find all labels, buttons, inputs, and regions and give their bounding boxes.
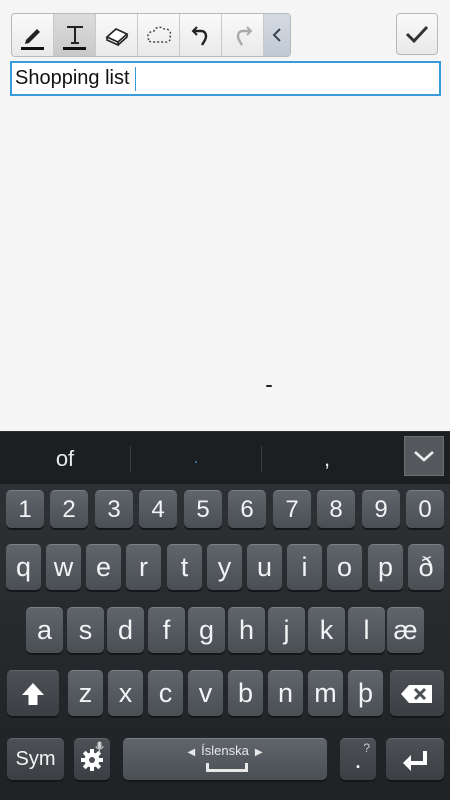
key-f[interactable]: f bbox=[148, 607, 185, 653]
period-label: . bbox=[354, 744, 362, 774]
key-ae[interactable]: æ bbox=[387, 607, 424, 653]
eraser-icon bbox=[105, 28, 128, 47]
pen-tool-button[interactable] bbox=[12, 14, 54, 56]
key-z[interactable]: z bbox=[68, 670, 103, 716]
key-r[interactable]: r bbox=[126, 544, 161, 590]
key-j[interactable]: j bbox=[268, 607, 305, 653]
key-7[interactable]: 7 bbox=[273, 490, 311, 528]
key-u[interactable]: u bbox=[247, 544, 282, 590]
key-3[interactable]: 3 bbox=[95, 490, 133, 528]
enter-icon bbox=[403, 750, 427, 771]
key-t[interactable]: t bbox=[167, 544, 202, 590]
key-w[interactable]: w bbox=[46, 544, 81, 590]
key-c[interactable]: c bbox=[148, 670, 183, 716]
text-tool-button[interactable] bbox=[54, 14, 96, 56]
lasso-select-icon bbox=[146, 26, 171, 43]
language-prev-arrow: ◀ bbox=[187, 747, 196, 758]
key-l[interactable]: l bbox=[348, 607, 385, 653]
suggestion-text: of bbox=[55, 445, 75, 471]
note-title-field[interactable]: Shopping list bbox=[10, 61, 441, 96]
key-p[interactable]: p bbox=[368, 544, 403, 590]
chevron-left-icon bbox=[272, 28, 281, 42]
language-name: Íslenska bbox=[201, 743, 249, 758]
key-1[interactable]: 1 bbox=[6, 490, 44, 528]
keyboard: 1 2 3 4 5 6 7 8 9 0 q w e r t y u i o p … bbox=[0, 484, 450, 800]
key-2[interactable]: 2 bbox=[50, 490, 88, 528]
expand-suggestions-button[interactable] bbox=[404, 436, 444, 476]
key-6[interactable]: 6 bbox=[228, 490, 266, 528]
sym-key[interactable]: Sym bbox=[7, 738, 64, 780]
backspace-key[interactable] bbox=[390, 670, 444, 716]
suggestion-item[interactable]: of bbox=[0, 432, 130, 485]
key-o[interactable]: o bbox=[327, 544, 362, 590]
key-h[interactable]: h bbox=[228, 607, 265, 653]
chevron-down-icon bbox=[414, 451, 434, 462]
done-button[interactable] bbox=[396, 13, 438, 55]
key-v[interactable]: v bbox=[188, 670, 223, 716]
key-s[interactable]: s bbox=[67, 607, 104, 653]
undo-button[interactable] bbox=[180, 14, 222, 56]
suggestion-bar: of . , bbox=[0, 431, 450, 485]
key-x[interactable]: x bbox=[108, 670, 143, 716]
key-q[interactable]: q bbox=[6, 544, 41, 590]
suggestion-item[interactable]: . bbox=[131, 432, 261, 485]
backspace-icon bbox=[401, 684, 432, 703]
key-thorn[interactable]: þ bbox=[348, 670, 383, 716]
key-0[interactable]: 0 bbox=[406, 490, 444, 528]
period-key[interactable]: . ? bbox=[340, 738, 376, 780]
settings-key[interactable] bbox=[74, 738, 110, 780]
note-title-text: Shopping list bbox=[15, 67, 130, 89]
key-k[interactable]: k bbox=[308, 607, 345, 653]
eraser-tool-button[interactable] bbox=[96, 14, 138, 56]
handwriting-stroke bbox=[266, 385, 272, 387]
key-5[interactable]: 5 bbox=[184, 490, 222, 528]
checkmark-icon bbox=[405, 25, 429, 44]
pen-toolbar bbox=[11, 13, 291, 57]
lasso-tool-button[interactable] bbox=[138, 14, 180, 56]
key-a[interactable]: a bbox=[26, 607, 63, 653]
key-8[interactable]: 8 bbox=[317, 490, 355, 528]
shift-key[interactable] bbox=[7, 670, 59, 716]
collapse-toolbar-button[interactable] bbox=[264, 14, 290, 56]
microphone-icon bbox=[95, 741, 104, 756]
key-n[interactable]: n bbox=[268, 670, 303, 716]
suggestion-text: , bbox=[323, 445, 331, 471]
key-e[interactable]: e bbox=[86, 544, 121, 590]
space-key[interactable]: ◀ Íslenska ▶ bbox=[123, 738, 327, 780]
redo-icon bbox=[236, 26, 252, 46]
suggestion-text: . bbox=[193, 449, 199, 467]
key-9[interactable]: 9 bbox=[362, 490, 400, 528]
period-alt-label: ? bbox=[363, 741, 370, 755]
language-next-arrow: ▶ bbox=[254, 747, 263, 758]
text-icon bbox=[66, 26, 83, 44]
redo-button[interactable] bbox=[222, 14, 264, 56]
key-b[interactable]: b bbox=[228, 670, 263, 716]
shift-arrow-icon bbox=[22, 682, 44, 705]
key-d[interactable]: d bbox=[107, 607, 144, 653]
text-cursor bbox=[134, 66, 136, 91]
key-eth[interactable]: ð bbox=[408, 544, 444, 590]
enter-key[interactable] bbox=[386, 738, 444, 780]
space-bar-icon bbox=[206, 763, 248, 772]
key-m[interactable]: m bbox=[308, 670, 343, 716]
pen-icon bbox=[24, 29, 40, 44]
language-switch-label: ◀ Íslenska ▶ bbox=[123, 743, 327, 758]
suggestion-item[interactable]: , bbox=[262, 432, 392, 485]
key-i[interactable]: i bbox=[287, 544, 322, 590]
key-4[interactable]: 4 bbox=[139, 490, 177, 528]
key-y[interactable]: y bbox=[207, 544, 242, 590]
undo-icon bbox=[191, 26, 207, 46]
key-g[interactable]: g bbox=[188, 607, 225, 653]
